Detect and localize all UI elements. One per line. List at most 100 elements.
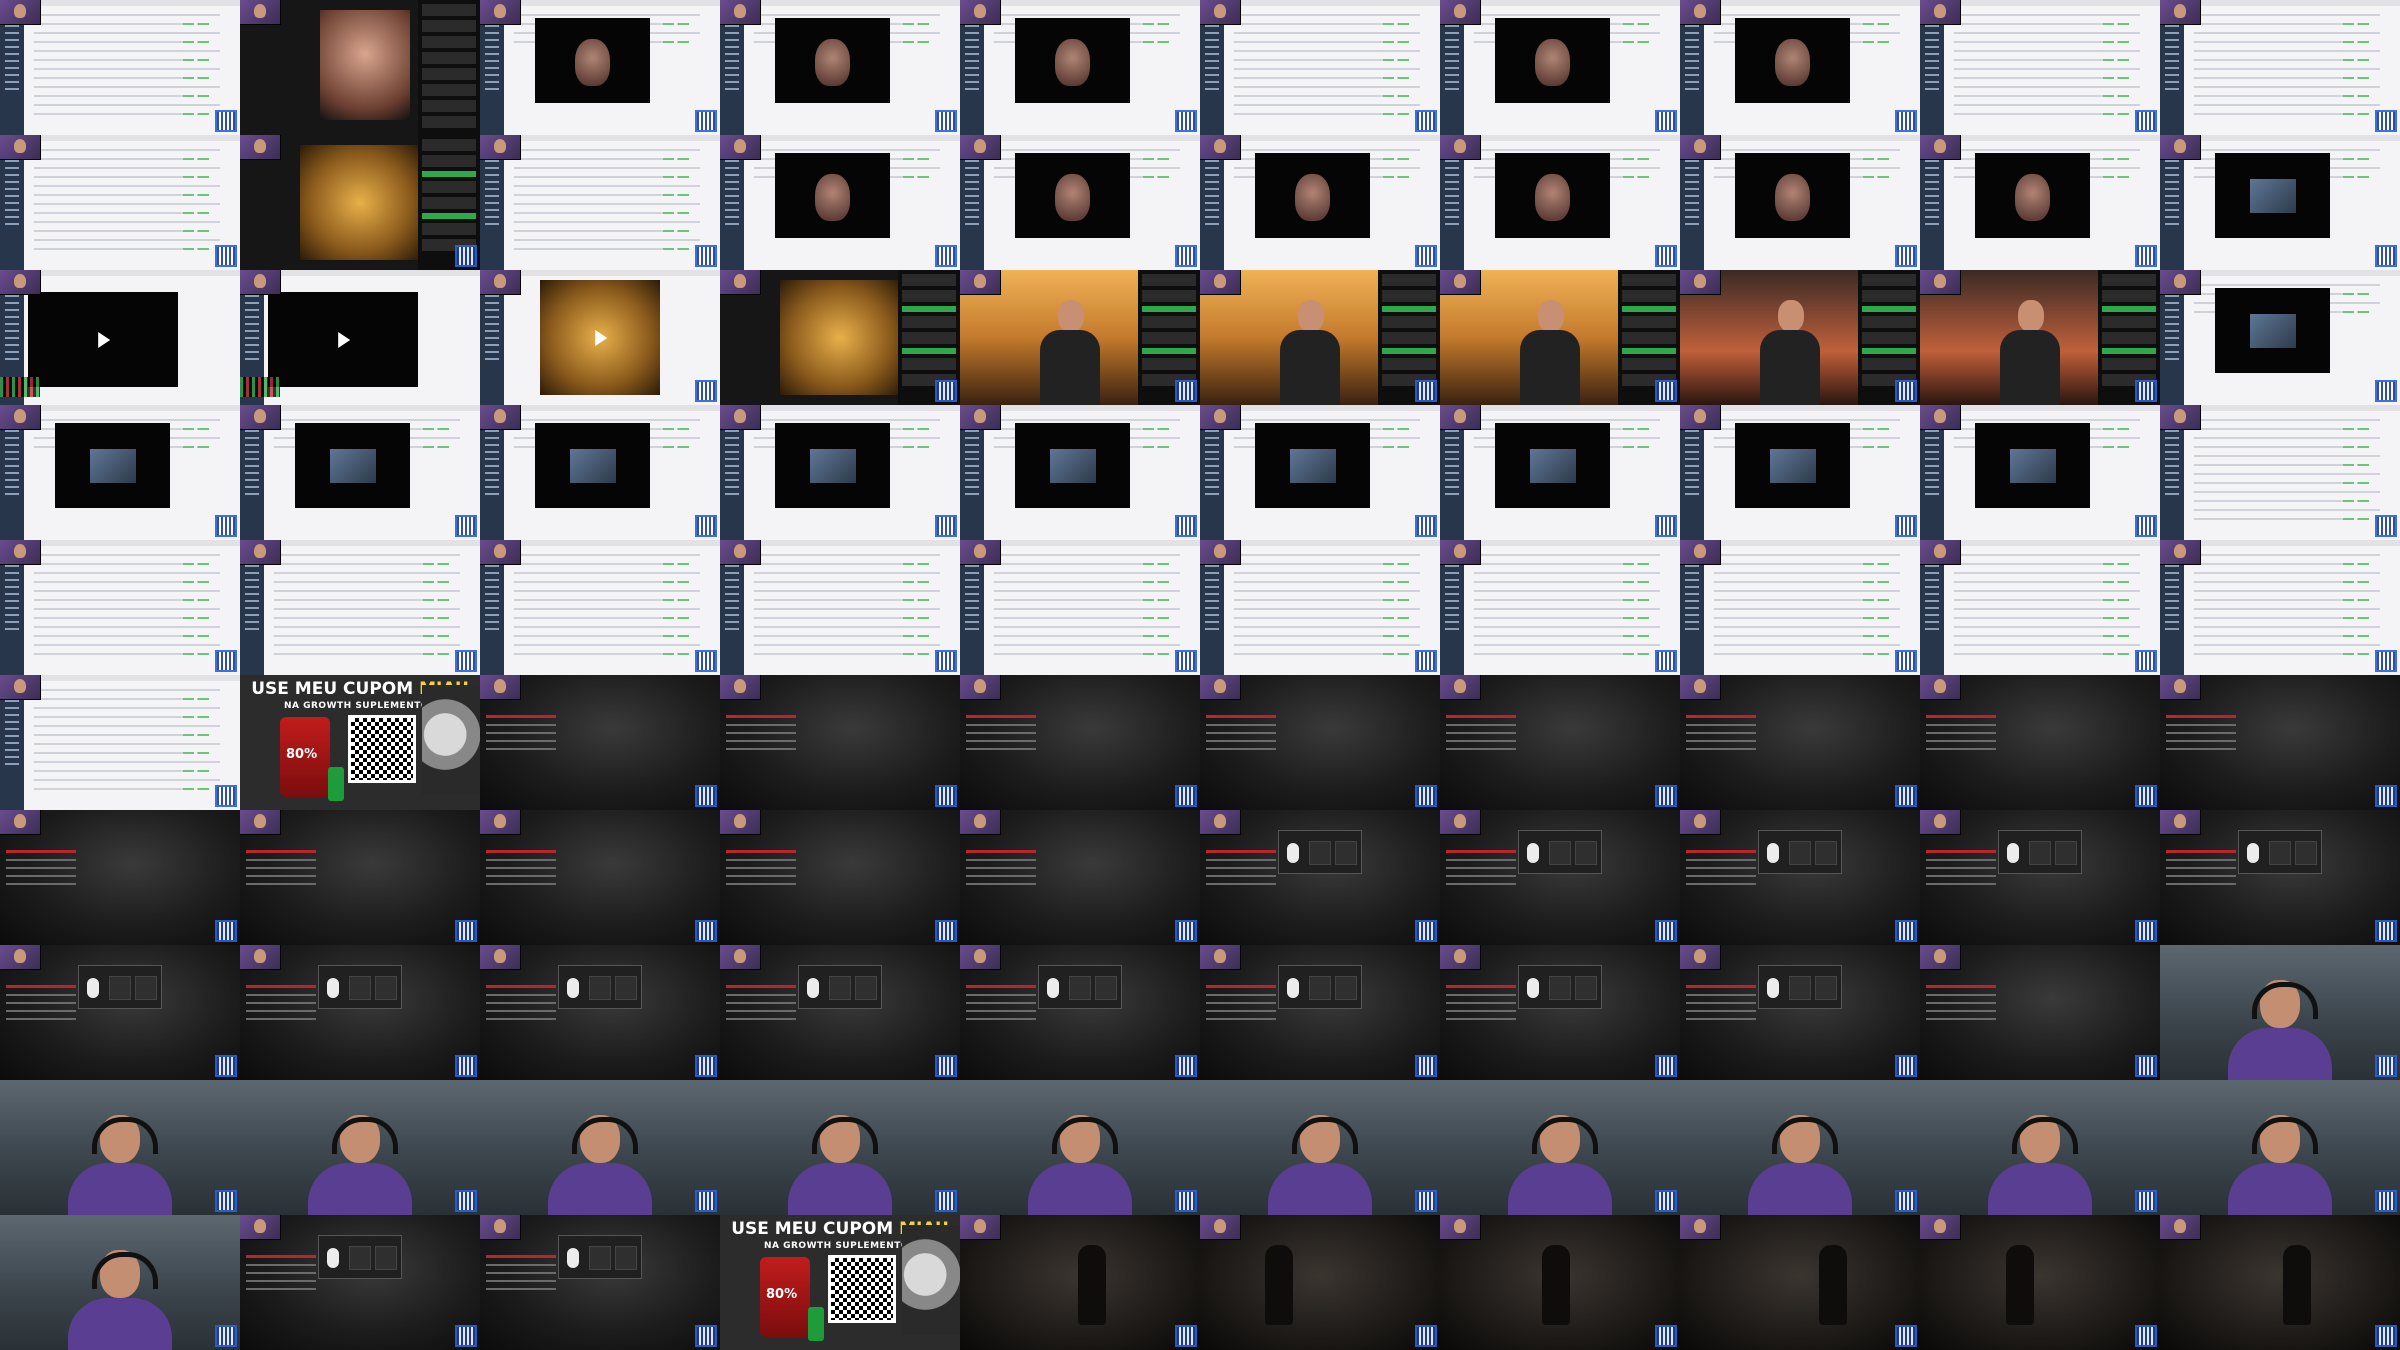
sidebar-item[interactable]	[1925, 223, 1939, 225]
sidebar-item[interactable]	[1685, 628, 1699, 630]
sidebar-item[interactable]	[1445, 472, 1459, 474]
sidebar-item[interactable]	[5, 465, 19, 467]
sidebar-item[interactable]	[965, 32, 979, 34]
sidebar-item[interactable]	[1445, 486, 1459, 488]
sidebar-item[interactable]	[965, 223, 979, 225]
list-row[interactable]	[994, 14, 1180, 16]
list-row[interactable]	[1714, 581, 1900, 583]
qr-code-icon[interactable]	[828, 1255, 896, 1323]
sidebar-item[interactable]	[485, 88, 499, 90]
list-row[interactable]	[274, 572, 460, 574]
panel-slot[interactable]	[1549, 976, 1571, 1000]
menu-item[interactable]	[726, 715, 796, 718]
list-row[interactable]	[514, 176, 700, 178]
list-row[interactable]	[2194, 509, 2380, 511]
list-row[interactable]	[1954, 608, 2140, 610]
list-row[interactable]	[1234, 86, 1420, 88]
list-row[interactable]	[1714, 599, 1900, 601]
sidebar-item[interactable]	[965, 465, 979, 467]
list-row[interactable]	[274, 653, 460, 655]
thumbnail-post-face[interactable]	[1440, 135, 1680, 270]
sidebar-item[interactable]	[1685, 53, 1699, 55]
panel-slot[interactable]	[589, 1246, 611, 1270]
sidebar-item[interactable]	[1445, 195, 1459, 197]
sidebar-item[interactable]	[5, 39, 19, 41]
sidebar-item[interactable]	[1205, 32, 1219, 34]
menu-item[interactable]	[486, 715, 556, 718]
menu-item[interactable]	[246, 859, 316, 861]
sidebar-item[interactable]	[725, 621, 739, 623]
thumbnail-webcam[interactable]	[1920, 1080, 2160, 1215]
sidebar-item[interactable]	[2165, 46, 2179, 48]
thumbnail-short[interactable]	[0, 270, 240, 405]
thumbnail-webcam[interactable]	[480, 1080, 720, 1215]
video-player[interactable]	[775, 423, 890, 508]
menu-item[interactable]	[1446, 1018, 1516, 1020]
menu-item[interactable]	[726, 985, 796, 988]
list-row[interactable]	[2194, 68, 2380, 70]
thumbnail-room[interactable]	[2160, 675, 2400, 810]
thumbnail-ad[interactable]: USE MEU CUPOM MIAUNA GROWTH SUPLEMENTOS8…	[240, 675, 480, 810]
list-row[interactable]	[34, 95, 220, 97]
thumbnail-list[interactable]	[0, 0, 240, 135]
menu-item[interactable]	[1926, 1010, 1996, 1012]
sidebar-item[interactable]	[1925, 614, 1939, 616]
video-player[interactable]	[1495, 18, 1610, 103]
list-row[interactable]	[514, 563, 700, 565]
sidebar-item[interactable]	[1685, 607, 1699, 609]
list-row[interactable]	[994, 599, 1180, 601]
sidebar-item[interactable]	[1925, 565, 1939, 567]
sidebar-item[interactable]	[1205, 209, 1219, 211]
sidebar-item[interactable]	[485, 302, 499, 304]
sidebar-item[interactable]	[725, 600, 739, 602]
sidebar-item[interactable]	[485, 74, 499, 76]
thumbnail-overlay[interactable]	[480, 1215, 720, 1350]
list-row[interactable]	[34, 212, 220, 214]
menu-item[interactable]	[1926, 1002, 1996, 1004]
sidebar-item[interactable]	[1925, 67, 1939, 69]
sidebar-item[interactable]	[2165, 479, 2179, 481]
sidebar-item[interactable]	[5, 600, 19, 602]
sidebar-item[interactable]	[5, 295, 19, 297]
sidebar-item[interactable]	[2165, 67, 2179, 69]
thumbnail-webcam[interactable]	[2160, 945, 2400, 1080]
list-row[interactable]	[1954, 617, 2140, 619]
list-row[interactable]	[34, 590, 220, 592]
menu-item[interactable]	[486, 1288, 556, 1290]
sidebar-item[interactable]	[1925, 593, 1939, 595]
thumbnail-sunset[interactable]	[960, 270, 1200, 405]
menu-item[interactable]	[2166, 724, 2236, 726]
recommendation-item[interactable]	[2102, 306, 2156, 312]
recommendation-item[interactable]	[422, 36, 476, 48]
thumbnail-overlay[interactable]	[2160, 810, 2400, 945]
list-row[interactable]	[514, 590, 700, 592]
list-row[interactable]	[1954, 581, 2140, 583]
sidebar-item[interactable]	[245, 607, 259, 609]
sidebar-item[interactable]	[1445, 216, 1459, 218]
menu-item[interactable]	[1686, 1010, 1756, 1012]
sidebar-item[interactable]	[725, 195, 739, 197]
sidebar-item[interactable]	[485, 32, 499, 34]
sidebar-item[interactable]	[1445, 451, 1459, 453]
menu-item[interactable]	[1926, 859, 1996, 861]
list-row[interactable]	[514, 14, 700, 16]
sidebar-item[interactable]	[1685, 209, 1699, 211]
sidebar-item[interactable]	[2165, 81, 2179, 83]
sidebar-item[interactable]	[2165, 330, 2179, 332]
sidebar-item[interactable]	[1445, 67, 1459, 69]
sidebar-item[interactable]	[1205, 60, 1219, 62]
sidebar-item[interactable]	[245, 337, 259, 339]
sidebar-item[interactable]	[1685, 32, 1699, 34]
sidebar-item[interactable]	[965, 209, 979, 211]
list-row[interactable]	[1234, 50, 1420, 52]
list-row[interactable]	[514, 203, 700, 205]
menu-item[interactable]	[1446, 850, 1516, 853]
sidebar-item[interactable]	[1445, 572, 1459, 574]
sidebar-item[interactable]	[485, 181, 499, 183]
sidebar-item[interactable]	[725, 593, 739, 595]
thumbnail-overlay[interactable]	[1440, 945, 1680, 1080]
thumbnail-room[interactable]	[960, 810, 1200, 945]
menu-item[interactable]	[1686, 740, 1756, 742]
sidebar-item[interactable]	[1685, 486, 1699, 488]
list-row[interactable]	[754, 644, 940, 646]
